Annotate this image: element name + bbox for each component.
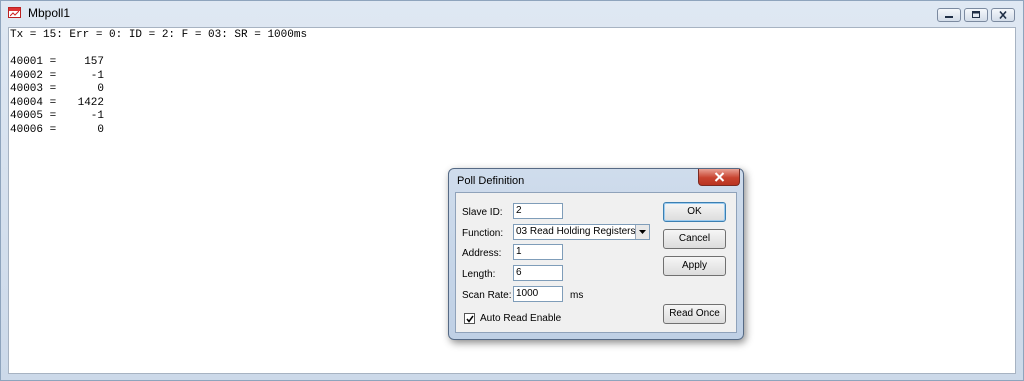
register-value: 1422 <box>77 96 104 109</box>
register-address: 40004 = <box>10 96 57 109</box>
window-titlebar[interactable]: Mbpoll1 <box>1 1 1023 25</box>
function-selected-value: 03 Read Holding Registers <box>516 226 636 237</box>
register-row: 40004 = 1422 <box>10 97 104 111</box>
scan-rate-field[interactable]: 1000 <box>513 286 563 302</box>
close-icon <box>999 11 1007 19</box>
cancel-button[interactable]: Cancel <box>663 229 726 249</box>
poll-status-line: Tx = 15: Err = 0: ID = 2: F = 03: SR = 1… <box>10 29 308 41</box>
register-row: 40001 = 157 <box>10 56 104 70</box>
address-field[interactable]: 1 <box>513 244 563 260</box>
length-label: Length: <box>462 269 496 280</box>
function-label: Function: <box>462 228 504 239</box>
dialog-close-button[interactable] <box>698 169 740 186</box>
auto-read-checkbox[interactable] <box>464 313 475 324</box>
chevron-down-icon <box>639 230 646 234</box>
ok-button[interactable]: OK <box>663 202 726 222</box>
maximize-icon <box>972 11 980 18</box>
register-value: 0 <box>97 83 104 95</box>
scan-rate-label: Scan Rate: <box>462 290 512 301</box>
register-row: 40002 = -1 <box>10 70 104 84</box>
register-value: 0 <box>97 123 104 136</box>
scan-rate-unit: ms <box>570 290 584 301</box>
apply-button[interactable]: Apply <box>663 256 726 276</box>
minimize-icon <box>945 16 953 18</box>
function-dropdown-button[interactable] <box>635 225 649 239</box>
read-once-button[interactable]: Read Once <box>663 304 726 324</box>
register-address: 40002 = <box>10 69 57 82</box>
slave-id-field[interactable]: 2 <box>513 203 563 219</box>
register-row: 40003 = 0 <box>10 83 104 97</box>
register-row: 40005 = -1 <box>10 110 104 124</box>
register-row: 40006 = 0 <box>10 124 104 138</box>
length-field[interactable]: 6 <box>513 265 563 281</box>
register-list: 40001 = 157 40002 = -1 40003 = 0 40004 = 142… <box>10 56 104 137</box>
slave-id-label: Slave ID: <box>462 207 503 218</box>
minimize-button[interactable] <box>937 8 961 22</box>
register-value: -1 <box>90 69 104 82</box>
register-value: 157 <box>84 56 104 68</box>
register-address: 40006 = <box>10 123 57 136</box>
auto-read-label[interactable]: Auto Read Enable <box>480 313 561 324</box>
check-icon <box>466 315 474 323</box>
close-button[interactable] <box>991 8 1015 22</box>
dialog-body: Slave ID: 2 Function: 03 Read Holding Re… <box>455 192 737 333</box>
function-select[interactable]: 03 Read Holding Registers <box>513 224 650 240</box>
window-title: Mbpoll1 <box>28 6 71 20</box>
poll-definition-dialog[interactable]: Poll Definition Slave ID: 2 Function: 03… <box>448 168 744 340</box>
register-value: -1 <box>90 110 104 122</box>
register-address: 40001 = <box>10 56 57 68</box>
mbpoll-app-icon[interactable] <box>8 7 21 18</box>
register-address: 40003 = <box>10 83 57 95</box>
register-address: 40005 = <box>10 110 57 122</box>
close-icon <box>714 172 725 182</box>
dialog-title: Poll Definition <box>457 175 525 187</box>
address-label: Address: <box>462 248 502 259</box>
maximize-button[interactable] <box>964 8 988 22</box>
